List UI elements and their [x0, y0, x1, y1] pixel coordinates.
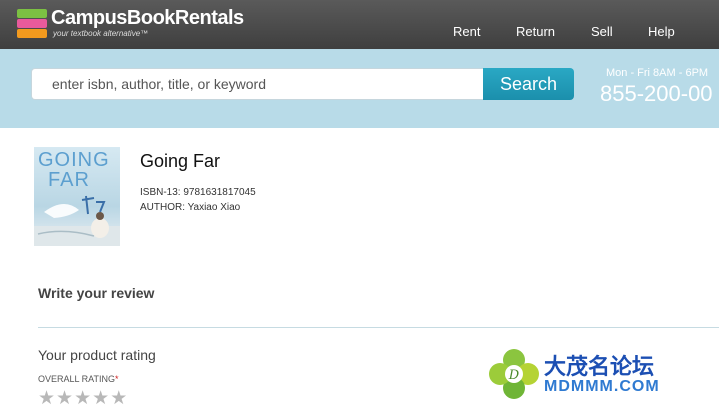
star-5-icon[interactable]: ★: [110, 388, 127, 409]
support-hours: Mon - Fri 8AM - 6PM: [606, 67, 709, 79]
search-button[interactable]: Search: [483, 68, 574, 100]
cover-illustration: [34, 195, 120, 246]
clover-logo-icon: D: [489, 349, 539, 399]
site-logo[interactable]: CampusBookRentals your textbook alternat…: [17, 6, 277, 44]
svg-text:D: D: [508, 368, 520, 383]
overall-rating-label: OVERALL RATING*: [38, 374, 119, 384]
star-3-icon[interactable]: ★: [74, 388, 91, 409]
brand-name: CampusBookRentals: [51, 7, 244, 29]
star-2-icon[interactable]: ★: [56, 388, 73, 409]
book-author: AUTHOR: Yaxiao Xiao: [140, 202, 241, 213]
watermark-line1: 大茂名论坛: [544, 354, 655, 379]
top-navigation-bar: CampusBookRentals your textbook alternat…: [0, 0, 719, 49]
book-cover[interactable]: GOING FAR: [34, 147, 120, 246]
cover-title-line2: FAR: [48, 169, 90, 191]
support-phone[interactable]: 855-200-00: [600, 81, 713, 107]
overall-rating-text: OVERALL RATING: [38, 374, 116, 384]
search-input[interactable]: [31, 68, 484, 100]
nav-help[interactable]: Help: [648, 24, 675, 39]
star-4-icon[interactable]: ★: [92, 388, 109, 409]
review-heading: Write your review: [38, 285, 155, 301]
required-marker: *: [115, 374, 119, 384]
rating-heading: Your product rating: [38, 347, 156, 363]
books-stack-icon: [17, 9, 47, 39]
book-isbn: ISBN-13: 9781631817045: [140, 187, 256, 198]
brand-tagline: your textbook alternative™: [53, 29, 149, 38]
star-rating-input[interactable]: ★★★★★: [38, 389, 128, 409]
search-band: Search Mon - Fri 8AM - 6PM 855-200-00: [0, 49, 719, 128]
section-divider: [38, 327, 719, 328]
watermark-line2: MDMMM.COM: [544, 378, 660, 395]
forum-watermark: D 大茂名论坛 MDMMM.COM: [487, 347, 719, 402]
nav-return[interactable]: Return: [516, 24, 555, 39]
star-1-icon[interactable]: ★: [38, 388, 55, 409]
nav-sell[interactable]: Sell: [591, 24, 613, 39]
book-title: Going Far: [140, 151, 221, 171]
nav-rent[interactable]: Rent: [453, 24, 480, 39]
